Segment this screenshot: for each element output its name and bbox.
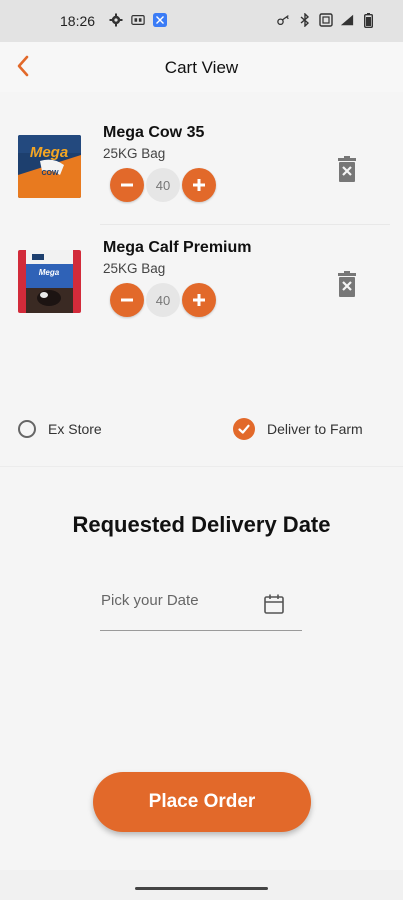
svg-text:Mega: Mega xyxy=(39,268,60,277)
minus-icon xyxy=(121,298,133,302)
item-pack-size: 25KG Bag xyxy=(103,146,166,161)
cart-item: Mega Mega Calf Premium 25KG Bag 40 xyxy=(0,235,403,325)
date-placeholder: Pick your Date xyxy=(101,592,199,609)
battery-icon xyxy=(361,12,375,28)
increase-quantity-button[interactable] xyxy=(182,283,216,317)
signal-icon xyxy=(340,13,354,27)
section-divider xyxy=(0,466,403,467)
app-notification-icon xyxy=(153,13,167,27)
quantity-stepper: 40 xyxy=(110,283,216,317)
decrease-quantity-button[interactable] xyxy=(110,283,144,317)
ex-store-label: Ex Store xyxy=(48,421,102,437)
trash-icon xyxy=(338,156,356,182)
ex-store-option[interactable]: Ex Store xyxy=(18,420,102,438)
place-order-button[interactable]: Place Order xyxy=(93,772,311,832)
key-icon xyxy=(277,13,291,27)
quantity-value: 40 xyxy=(146,283,180,317)
mega-calf-bag-image: Mega xyxy=(18,250,81,313)
app-bar: Cart View xyxy=(0,42,403,92)
item-name: Mega Cow 35 xyxy=(103,124,205,141)
increase-quantity-button[interactable] xyxy=(182,168,216,202)
home-indicator[interactable] xyxy=(135,887,268,890)
minus-icon xyxy=(121,183,133,187)
plus-icon xyxy=(193,294,205,306)
delivery-options: Ex Store Deliver to Farm xyxy=(0,400,403,460)
decrease-quantity-button[interactable] xyxy=(110,168,144,202)
nfc-icon xyxy=(319,13,333,27)
item-pack-size: 25KG Bag xyxy=(103,261,166,276)
navigation-bar xyxy=(0,870,403,900)
quantity-stepper: 40 xyxy=(110,168,216,202)
trash-icon xyxy=(338,271,356,297)
item-divider xyxy=(100,224,390,225)
calendar-icon[interactable] xyxy=(262,592,286,616)
status-time: 18:26 xyxy=(60,13,96,29)
check-circle-icon xyxy=(233,418,255,440)
mega-cow-bag-image: COW Mega xyxy=(18,135,81,198)
gear-icon xyxy=(109,13,123,27)
delete-item-button[interactable] xyxy=(336,156,358,184)
item-name: Mega Calf Premium xyxy=(103,239,252,256)
deliver-to-farm-option[interactable]: Deliver to Farm xyxy=(233,418,363,440)
deliver-to-farm-label: Deliver to Farm xyxy=(267,421,363,437)
bluetooth-icon xyxy=(298,13,312,27)
delivery-date-title: Requested Delivery Date xyxy=(72,512,331,537)
plus-icon xyxy=(193,179,205,191)
cart-item: COW Mega Mega Cow 35 25KG Bag 40 xyxy=(0,120,403,210)
svg-text:COW: COW xyxy=(41,170,59,177)
delete-item-button[interactable] xyxy=(336,271,358,299)
radio-unchecked-icon xyxy=(18,420,36,438)
svg-text:Mega: Mega xyxy=(30,144,68,161)
sim-icon xyxy=(131,13,145,27)
quantity-value: 40 xyxy=(146,168,180,202)
page-title: Cart View xyxy=(164,58,239,77)
delivery-date-field[interactable]: Pick your Date xyxy=(100,582,302,631)
status-bar: 18:26 xyxy=(0,0,403,42)
